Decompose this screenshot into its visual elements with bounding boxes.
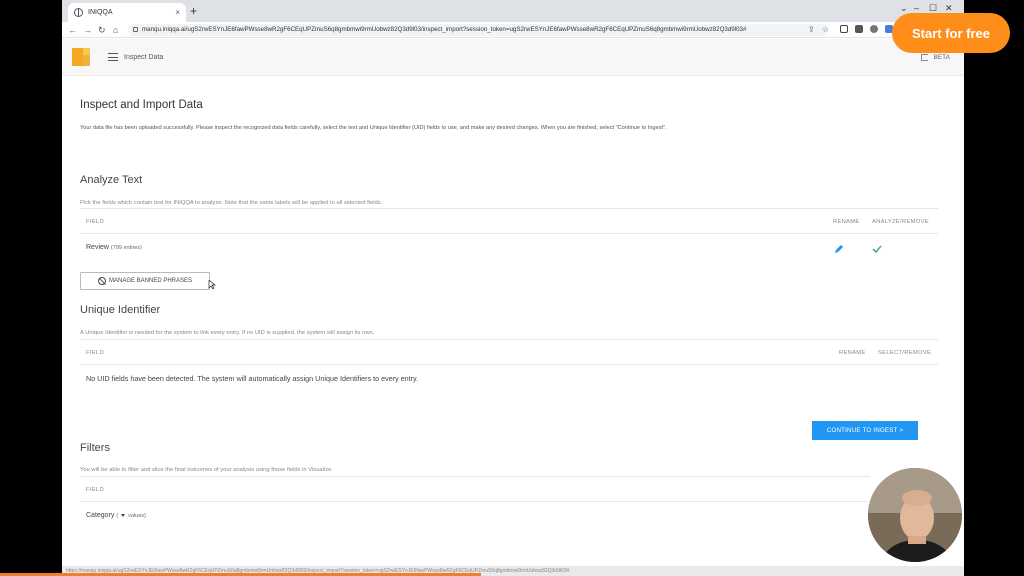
col-select-remove: SELECT/REMOVE — [878, 350, 932, 356]
manage-banned-phrases-button[interactable]: MANAGE BANNED PHRASES — [80, 272, 210, 290]
field-name: Review — [86, 244, 109, 251]
header-title: Inspect Data — [124, 54, 164, 61]
col-field: FIELD — [86, 219, 104, 225]
logout-icon[interactable] — [920, 54, 928, 61]
address-bar: ← → ↻ ⌂ manqu.iniqqa.ai/ugS2rwESYnJE6faw… — [62, 22, 964, 38]
field-count: (799 entries) — [110, 245, 142, 251]
forward-icon[interactable]: → — [83, 24, 92, 36]
browser-window: INIQQA × + ⌄ – ☐ ✕ ← → ↻ ⌂ manqu.iniqqa.… — [62, 0, 964, 576]
app-logo[interactable] — [72, 48, 90, 66]
extension-icon[interactable] — [870, 25, 878, 33]
table-row: Review (799 entries) — [86, 244, 142, 251]
browser-tab[interactable]: INIQQA × — [68, 3, 186, 22]
beta-badge: BETA — [933, 54, 951, 61]
tab-strip: INIQQA × + ⌄ – ☐ ✕ — [62, 0, 964, 22]
field-values: values) — [128, 513, 146, 519]
bookmark-star-icon[interactable]: ☆ — [822, 24, 829, 36]
minimize-icon[interactable]: – — [914, 3, 919, 13]
share-icon[interactable]: ⇪ — [808, 24, 815, 36]
unique-identifier-title: Unique Identifier — [80, 304, 161, 316]
filters-title: Filters — [80, 442, 110, 454]
ban-icon — [97, 277, 106, 285]
col-field: FIELD — [86, 487, 104, 493]
pencil-icon[interactable] — [834, 244, 844, 254]
start-for-free-button[interactable]: Start for free — [892, 13, 1010, 53]
url-input[interactable]: manqu.iniqqa.ai/ugS2rwESYnJE6fawPWsse8wR… — [128, 24, 828, 36]
page-title: Inspect and Import Data — [80, 99, 203, 111]
presenter-image — [868, 468, 962, 562]
analyze-text-title: Analyze Text — [80, 174, 143, 186]
new-tab-button[interactable]: + — [190, 4, 197, 18]
chevron-down-icon[interactable]: ⌄ — [900, 3, 908, 14]
extension-icon[interactable] — [855, 25, 863, 33]
hamburger-menu-icon[interactable] — [108, 53, 118, 61]
webcam-avatar — [866, 466, 964, 564]
page-description: Your data file has been uploaded success… — [80, 125, 667, 131]
unique-identifier-description: A Unique Identifier is needed for the sy… — [80, 330, 375, 336]
filters-description: You will be able to filter and slice the… — [80, 467, 333, 473]
col-analyze-remove: ANALYZE/REMOVE — [872, 219, 929, 225]
uid-table-header: FIELD RENAME SELECT/REMOVE — [80, 339, 938, 365]
extension-icon[interactable] — [840, 25, 848, 33]
analyze-text-description: Pick the fields which contain text for I… — [80, 200, 383, 206]
col-rename: RENAME — [833, 219, 860, 225]
tab-title: INIQQA — [88, 9, 113, 16]
url-text: manqu.iniqqa.ai/ugS2rwESYnJE6fawPWsse8wR… — [142, 26, 747, 33]
lock-icon — [133, 27, 138, 32]
col-field: FIELD — [86, 350, 104, 356]
app-header: Inspect Data BETA — [62, 39, 964, 76]
reload-icon[interactable]: ↻ — [98, 24, 106, 36]
back-icon[interactable]: ← — [68, 24, 77, 36]
caret-down-icon[interactable] — [121, 513, 126, 517]
analyze-table-header: FIELD RENAME ANALYZE/REMOVE — [80, 208, 938, 234]
uid-empty-message: No UID fields have been detected. The sy… — [86, 374, 419, 383]
filters-table-header: FIELD — [80, 476, 870, 502]
header-right: BETA — [920, 54, 951, 61]
home-icon[interactable]: ⌂ — [113, 24, 118, 36]
table-row: Category ( values) — [86, 512, 146, 519]
manage-banned-phrases-label: MANAGE BANNED PHRASES — [108, 278, 193, 284]
field-name: Category — [86, 512, 115, 519]
col-rename: RENAME — [839, 350, 866, 356]
close-tab-icon[interactable]: × — [175, 8, 180, 17]
check-icon[interactable] — [872, 244, 882, 254]
mouse-cursor-icon — [208, 280, 216, 290]
video-frame: INIQQA × + ⌄ – ☐ ✕ ← → ↻ ⌂ manqu.iniqqa.… — [0, 0, 1024, 576]
continue-to-ingest-button[interactable]: CONTINUE TO INGEST > — [812, 421, 918, 440]
globe-icon — [74, 8, 83, 17]
field-values-open: ( — [116, 513, 119, 519]
